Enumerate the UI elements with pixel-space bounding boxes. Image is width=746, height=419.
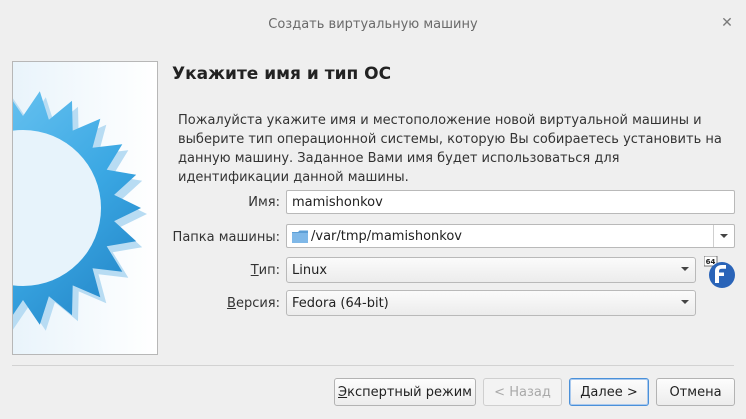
type-select[interactable]: Linux	[286, 257, 696, 283]
folder-combo[interactable]: /var/tmp/mamishonkov	[286, 224, 735, 248]
expert-mode-button[interactable]: Экспертный режим	[334, 378, 476, 406]
next-mnemonic: Д	[580, 384, 591, 400]
version-select[interactable]: Fedora (64-bit)	[286, 290, 696, 316]
wizard-side-image	[12, 61, 158, 355]
type-label-rest: ип:	[258, 263, 280, 278]
chevron-down-icon[interactable]	[714, 225, 734, 247]
folder-icon	[292, 230, 308, 243]
next-button[interactable]: Далее >	[569, 378, 649, 406]
name-label: Имя:	[248, 195, 280, 210]
folder-value: /var/tmp/mamishonkov	[311, 228, 462, 244]
expert-mnemonic: Э	[338, 384, 348, 400]
chevron-down-icon	[675, 258, 695, 280]
star-graphic	[13, 62, 157, 354]
expert-label-rest: кспертный режим	[347, 384, 472, 400]
version-label-mnemonic: В	[227, 296, 236, 311]
version-label-rest: ерсия:	[235, 296, 280, 311]
page-description: Пожалуйста укажите имя и местоположение …	[178, 113, 722, 185]
name-input[interactable]: mamishonkov	[286, 190, 735, 214]
title-bar: Создать виртуальную машину ✕	[0, 0, 746, 48]
type-label: Тип:	[170, 263, 280, 278]
version-select-value: Fedora (64-bit)	[292, 295, 389, 311]
close-icon[interactable]: ✕	[719, 15, 735, 31]
window-title: Создать виртуальную машину	[268, 17, 478, 32]
type-select-value: Linux	[292, 262, 328, 278]
bottom-separator	[12, 365, 734, 366]
page-heading: Укажите имя и тип ОС	[172, 64, 392, 84]
chevron-down-icon	[675, 291, 695, 313]
next-label-rest: алее >	[590, 384, 638, 400]
type-label-mnemonic: Т	[250, 263, 259, 278]
fedora-64-icon: 64	[703, 255, 736, 288]
cancel-button[interactable]: Отмена	[656, 378, 735, 406]
version-label: Версия:	[170, 296, 280, 311]
back-button[interactable]: < Назад	[483, 378, 562, 406]
folder-label: Папка машины:	[172, 230, 280, 245]
name-input-value: mamishonkov	[292, 194, 383, 210]
